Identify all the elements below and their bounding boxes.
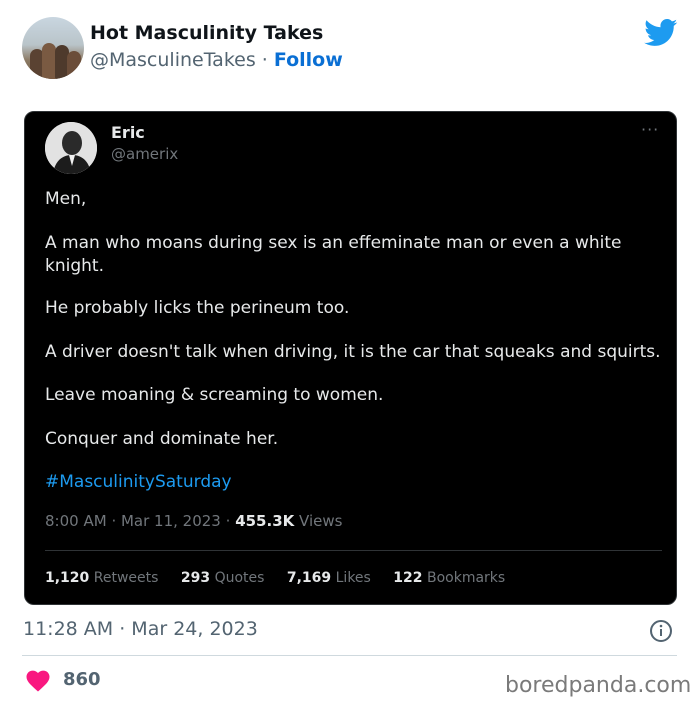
tweet-author-avatar (45, 122, 97, 174)
post-timestamp[interactable]: 11:28 AM · Mar 24, 2023 (23, 618, 258, 640)
twitter-bird-icon[interactable] (644, 19, 678, 47)
views-count: 455.3K (235, 512, 295, 530)
stat-quotes: 293 Quotes (180, 570, 265, 586)
tweet-paragraph: He probably licks the perineum too. (45, 298, 350, 318)
tweet-meta: 8:00 AM · Mar 11, 2023 · 455.3K Views (45, 512, 343, 530)
tweet-author-handle: @amerix (111, 145, 179, 163)
stat-retweets: 1,120 Retweets (45, 570, 159, 586)
stat-bookmarks: 122 Bookmarks (393, 570, 506, 586)
like-count: 860 (63, 669, 101, 690)
tweet-hashtag: #MasculinitySaturday (45, 472, 232, 492)
info-icon[interactable] (649, 619, 673, 643)
account-name[interactable]: Hot Masculinity Takes (90, 22, 323, 44)
stat-likes: 7,169 Likes (286, 570, 371, 586)
views-label: Views (299, 512, 343, 530)
embedded-tweet-card: Eric @amerix ··· Men, A man who moans du… (24, 111, 677, 605)
heart-icon[interactable] (26, 670, 50, 692)
tweet-paragraph: Conquer and dominate her. (45, 429, 279, 449)
tweet-paragraph: Leave moaning & screaming to women. (45, 385, 384, 405)
account-handle[interactable]: @MasculineTakes (90, 49, 256, 71)
tweet-time: 8:00 AM (45, 512, 107, 530)
tweet-stats: 1,120 Retweets 293 Quotes 7,169 Likes 12… (45, 570, 523, 586)
tweet-paragraph: Men, (45, 189, 87, 209)
footer-divider (22, 655, 677, 656)
more-options-icon: ··· (641, 120, 660, 139)
tweet-divider (45, 550, 662, 551)
tweet-author-name: Eric (111, 123, 145, 142)
follow-button[interactable]: Follow (274, 49, 343, 71)
watermark: boredpanda.com (505, 673, 692, 698)
tweet-paragraph: A man who moans during sex is an effemin… (45, 233, 622, 276)
tweet-date: Mar 11, 2023 (120, 512, 221, 530)
account-avatar[interactable] (22, 17, 84, 79)
handle-separator: · (261, 49, 268, 71)
account-handle-row: @MasculineTakes · Follow (90, 49, 343, 71)
tweet-paragraph: A driver doesn't talk when driving, it i… (45, 342, 661, 362)
